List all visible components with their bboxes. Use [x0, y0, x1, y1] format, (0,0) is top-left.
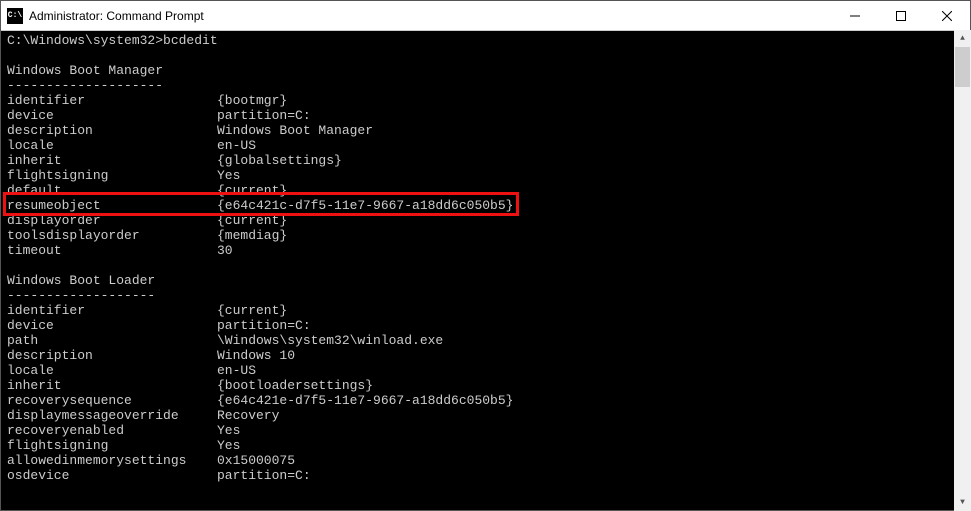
prompt-path: C:\Windows\system32> — [7, 33, 163, 48]
row-value: en-US — [217, 363, 256, 378]
row-key: default — [7, 183, 217, 198]
section-dashes: -------------------- — [7, 78, 966, 93]
output-row: identifier{current} — [7, 303, 966, 318]
row-key: device — [7, 108, 217, 123]
output-row: displayorder{current} — [7, 213, 966, 228]
prompt-line: C:\Windows\system32>bcdedit — [7, 33, 966, 48]
close-button[interactable] — [924, 1, 970, 30]
output-row: descriptionWindows 10 — [7, 348, 966, 363]
row-key: inherit — [7, 378, 217, 393]
row-key: timeout — [7, 243, 217, 258]
section-title: Windows Boot Manager — [7, 63, 966, 78]
row-value: 30 — [217, 243, 233, 258]
row-value: en-US — [217, 138, 256, 153]
maximize-button[interactable] — [878, 1, 924, 30]
row-value: Recovery — [217, 408, 279, 423]
row-value: partition=C: — [217, 318, 311, 333]
prompt-command: bcdedit — [163, 33, 218, 48]
output-row: localeen-US — [7, 138, 966, 153]
row-key: toolsdisplayorder — [7, 228, 217, 243]
output-row: recoverysequence{e64c421e-d7f5-11e7-9667… — [7, 393, 966, 408]
terminal-output[interactable]: C:\Windows\system32>bcdedit Windows Boot… — [1, 31, 970, 510]
row-value: {e64c421e-d7f5-11e7-9667-a18dd6c050b5} — [217, 393, 513, 408]
scroll-up-arrow[interactable]: ▲ — [954, 30, 971, 47]
row-key: displayorder — [7, 213, 217, 228]
row-key: recoverysequence — [7, 393, 217, 408]
row-key: locale — [7, 138, 217, 153]
command-prompt-window: C:\ Administrator: Command Prompt C:\Win… — [0, 0, 971, 511]
row-key: osdevice — [7, 468, 217, 483]
minimize-button[interactable] — [832, 1, 878, 30]
row-value: {globalsettings} — [217, 153, 342, 168]
row-value: \Windows\system32\winload.exe — [217, 333, 443, 348]
output-row: resumeobject{e64c421c-d7f5-11e7-9667-a18… — [7, 198, 966, 213]
row-key: device — [7, 318, 217, 333]
section-title: Windows Boot Loader — [7, 273, 966, 288]
row-key: identifier — [7, 93, 217, 108]
output-row: default{current} — [7, 183, 966, 198]
row-key: inherit — [7, 153, 217, 168]
output-row: descriptionWindows Boot Manager — [7, 123, 966, 138]
output-row: identifier{bootmgr} — [7, 93, 966, 108]
row-key: path — [7, 333, 217, 348]
window-title: Administrator: Command Prompt — [29, 9, 832, 23]
row-key: allowedinmemorysettings — [7, 453, 217, 468]
output-row: inherit{globalsettings} — [7, 153, 966, 168]
titlebar[interactable]: C:\ Administrator: Command Prompt — [1, 1, 970, 31]
output-row: allowedinmemorysettings0x15000075 — [7, 453, 966, 468]
row-value: Yes — [217, 438, 240, 453]
output-row: displaymessageoverrideRecovery — [7, 408, 966, 423]
row-key: locale — [7, 363, 217, 378]
row-key: resumeobject — [7, 198, 217, 213]
row-value: partition=C: — [217, 468, 311, 483]
row-value: {e64c421c-d7f5-11e7-9667-a18dd6c050b5} — [217, 198, 513, 213]
window-controls — [832, 1, 970, 30]
row-value: 0x15000075 — [217, 453, 295, 468]
row-value: partition=C: — [217, 108, 311, 123]
blank-line — [7, 258, 966, 273]
row-value: {current} — [217, 303, 287, 318]
row-value: {memdiag} — [217, 228, 287, 243]
output-row: devicepartition=C: — [7, 318, 966, 333]
output-row: recoveryenabledYes — [7, 423, 966, 438]
output-row: flightsigningYes — [7, 438, 966, 453]
cmd-icon: C:\ — [7, 8, 23, 24]
scroll-down-arrow[interactable]: ▼ — [954, 494, 971, 511]
row-value: Windows 10 — [217, 348, 295, 363]
output-row: path\Windows\system32\winload.exe — [7, 333, 966, 348]
row-value: Windows Boot Manager — [217, 123, 373, 138]
output-row: toolsdisplayorder{memdiag} — [7, 228, 966, 243]
output-row: timeout30 — [7, 243, 966, 258]
blank-line — [7, 48, 966, 63]
output-row: localeen-US — [7, 363, 966, 378]
vertical-scrollbar[interactable]: ▲ ▼ — [954, 30, 971, 511]
row-key: displaymessageoverride — [7, 408, 217, 423]
section-dashes: ------------------- — [7, 288, 966, 303]
row-key: flightsigning — [7, 168, 217, 183]
row-key: recoveryenabled — [7, 423, 217, 438]
output-row: devicepartition=C: — [7, 108, 966, 123]
row-value: Yes — [217, 168, 240, 183]
output-row: osdevicepartition=C: — [7, 468, 966, 483]
row-key: flightsigning — [7, 438, 217, 453]
row-value: {current} — [217, 183, 287, 198]
output-row: inherit{bootloadersettings} — [7, 378, 966, 393]
row-value: {current} — [217, 213, 287, 228]
output-row: flightsigningYes — [7, 168, 966, 183]
row-value: {bootloadersettings} — [217, 378, 373, 393]
row-key: description — [7, 348, 217, 363]
row-value: Yes — [217, 423, 240, 438]
row-key: identifier — [7, 303, 217, 318]
row-value: {bootmgr} — [217, 93, 287, 108]
scrollbar-thumb[interactable] — [955, 47, 970, 87]
row-key: description — [7, 123, 217, 138]
